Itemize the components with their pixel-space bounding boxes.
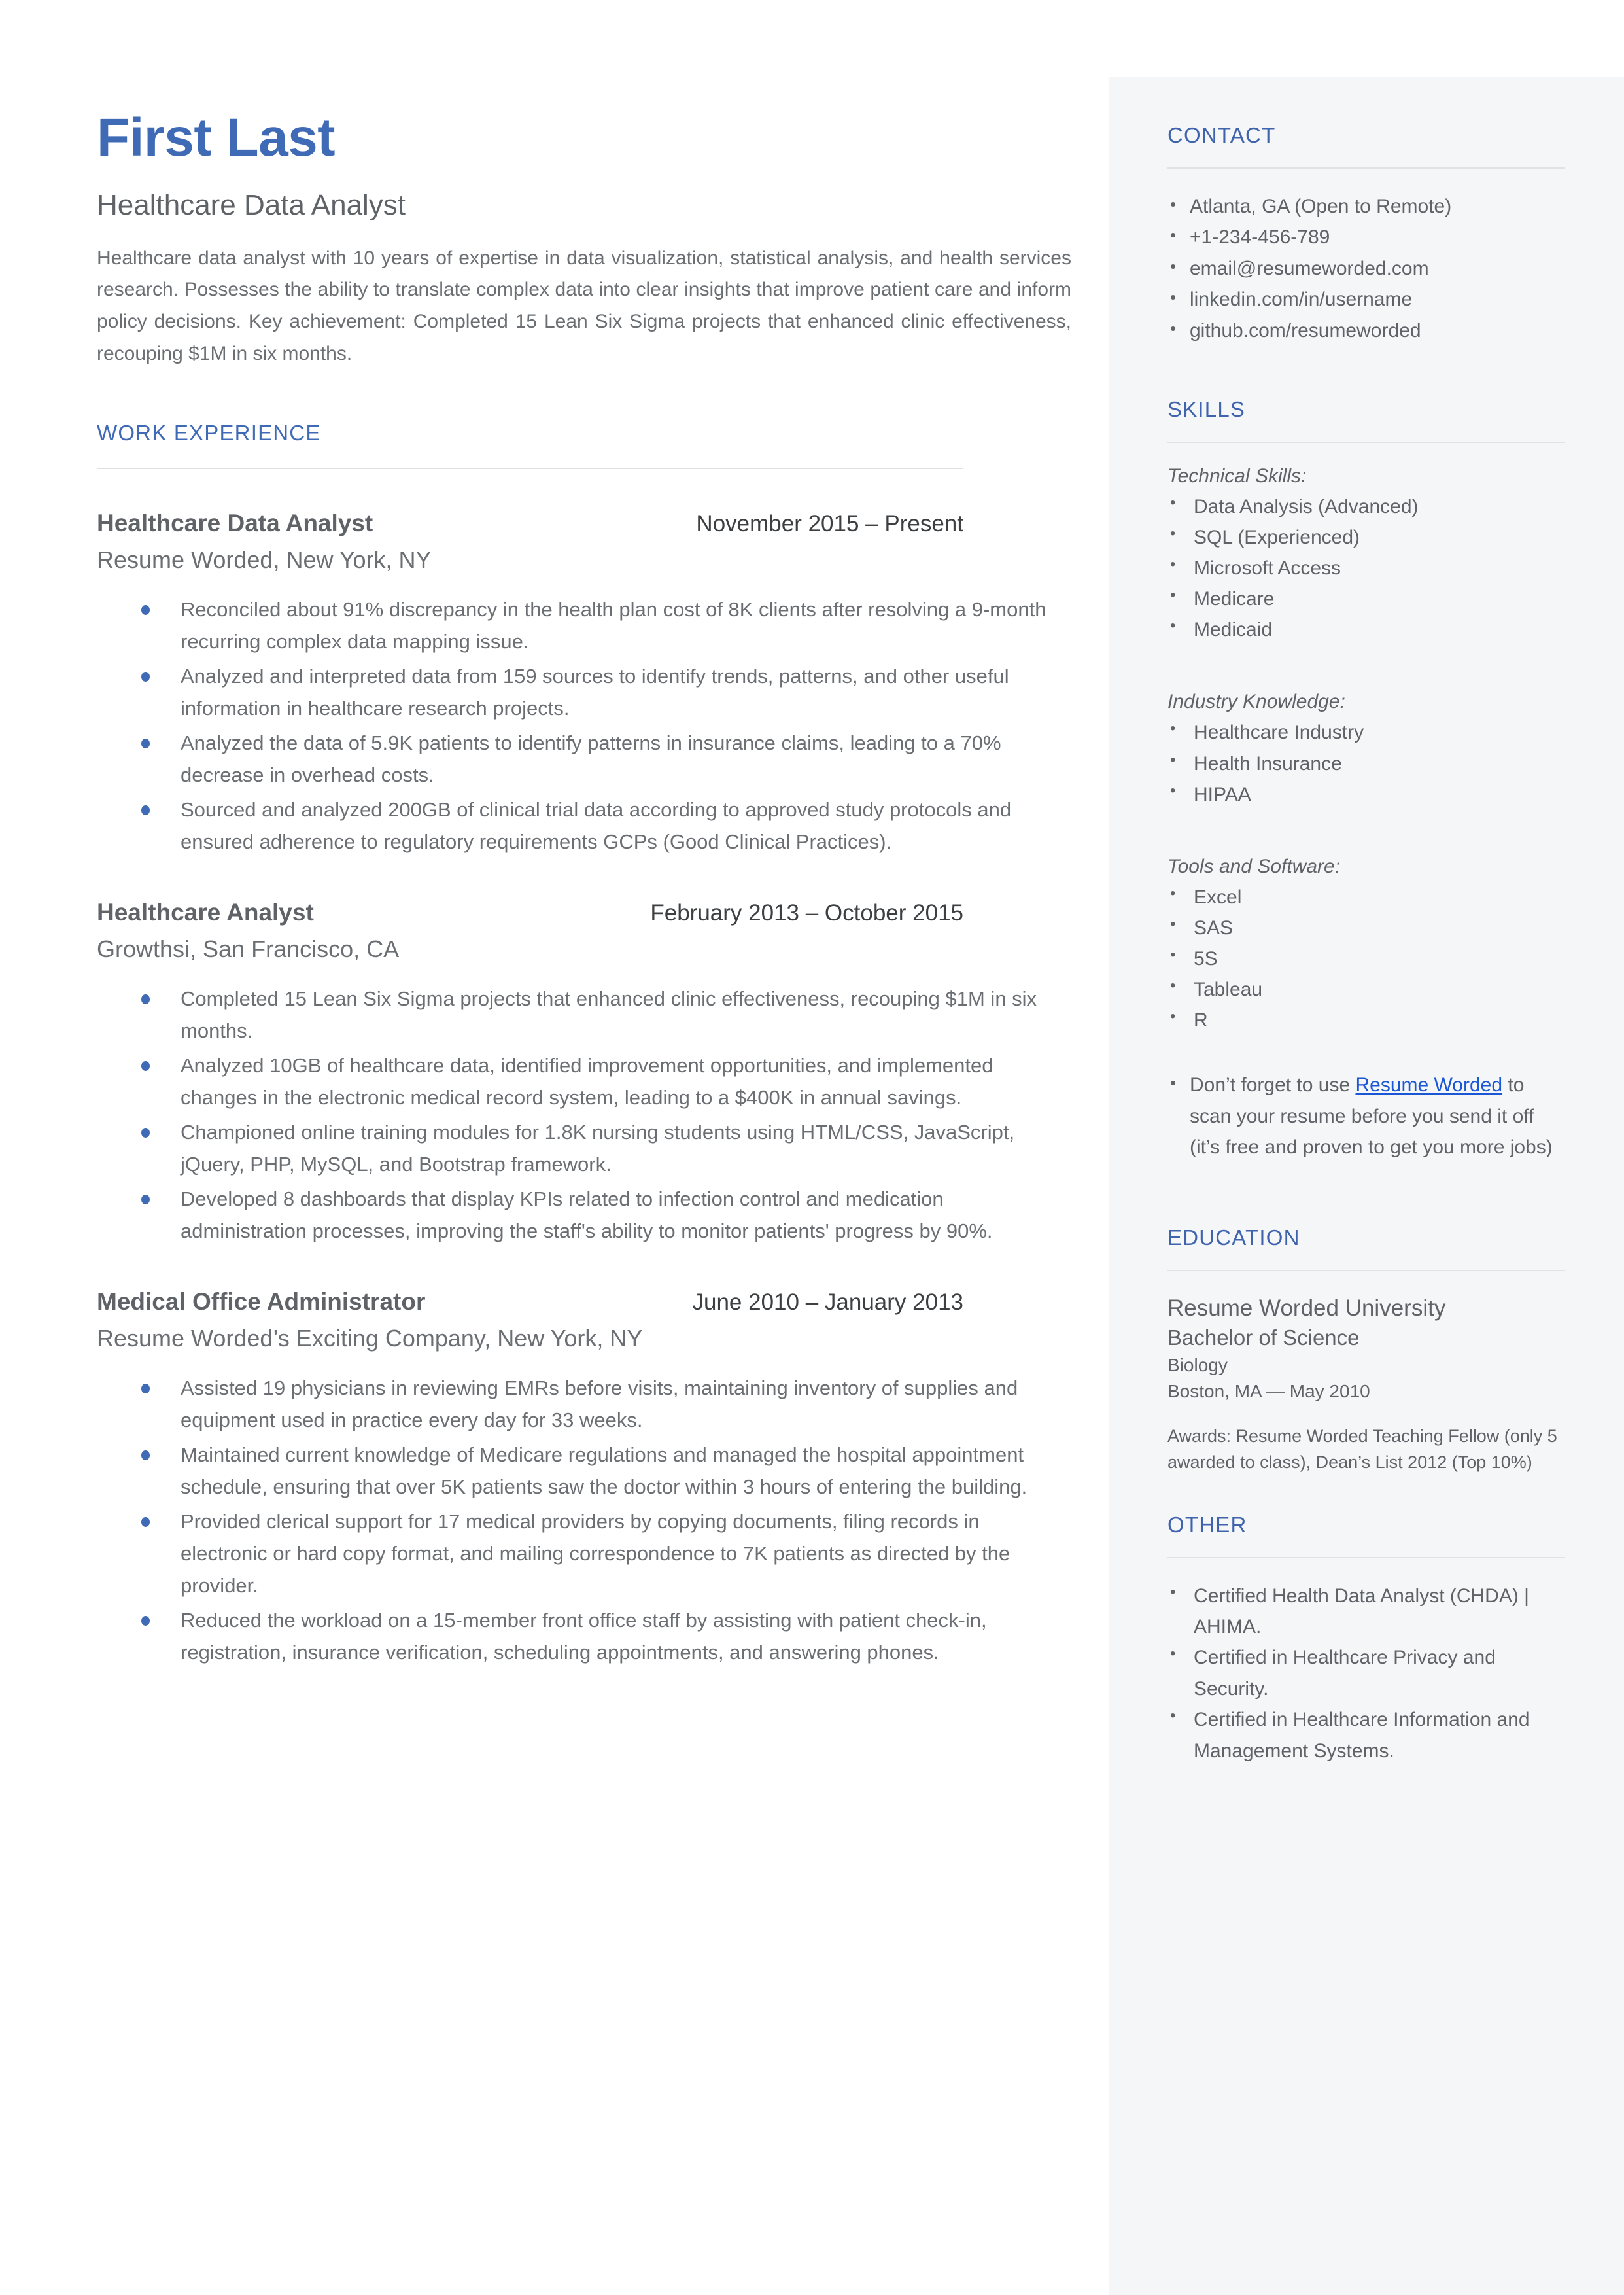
job-title: Medical Office Administrator <box>97 1288 426 1315</box>
job-entry: Healthcare Data Analyst November 2015 – … <box>97 510 1071 858</box>
skill-item: Data Analysis (Advanced) <box>1167 491 1565 522</box>
job-company: Resume Worded’s Exciting Company, New Yo… <box>97 1324 643 1352</box>
other-section-title: OTHER <box>1167 1512 1247 1537</box>
contact-list: Atlanta, GA (Open to Remote) +1-234-456-… <box>1167 191 1565 346</box>
job-bullet: Maintained current knowledge of Medicare… <box>136 1439 1071 1503</box>
education-divider <box>1167 1270 1565 1272</box>
other-item: Certified Health Data Analyst (CHDA) | A… <box>1167 1580 1565 1643</box>
resume-worded-link[interactable]: Resume Worded <box>1355 1074 1502 1096</box>
education-major: Biology <box>1167 1355 1228 1376</box>
job-entry: Medical Office Administrator June 2010 –… <box>97 1288 1071 1669</box>
contact-item-location: Atlanta, GA (Open to Remote) <box>1167 191 1565 222</box>
job-bullet: Analyzed and interpreted data from 159 s… <box>136 661 1071 725</box>
education-section: EDUCATION Resume Worded University Bache… <box>1167 1225 1565 1475</box>
skill-list-technical: Data Analysis (Advanced) SQL (Experience… <box>1167 491 1565 645</box>
other-list: Certified Health Data Analyst (CHDA) | A… <box>1167 1580 1565 1766</box>
skill-item: Tableau <box>1167 973 1565 1005</box>
other-divider <box>1167 1556 1565 1558</box>
skill-list-industry: Healthcare Industry Health Insurance HIP… <box>1167 716 1565 810</box>
education-awards: Awards: Resume Worded Teaching Fellow (o… <box>1167 1426 1557 1473</box>
sidebar: CONTACT Atlanta, GA (Open to Remote) +1-… <box>1109 77 1624 2295</box>
job-title: Healthcare Analyst <box>97 899 314 926</box>
contact-divider <box>1167 167 1565 169</box>
education-location-date: Boston, MA — May 2010 <box>1167 1380 1370 1401</box>
job-bullet: Analyzed the data of 5.9K patients to id… <box>136 727 1071 792</box>
education-section-title: EDUCATION <box>1167 1225 1300 1250</box>
work-experience-divider <box>97 468 963 470</box>
job-company: Resume Worded, New York, NY <box>97 546 432 574</box>
work-experience-section-title: WORK EXPERIENCE <box>97 421 321 446</box>
skill-item: Healthcare Industry <box>1167 716 1565 748</box>
page-title: First Last <box>97 108 336 167</box>
summary-paragraph: Healthcare data analyst with 10 years of… <box>97 247 1071 364</box>
job-bullet: Developed 8 dashboards that display KPIs… <box>136 1183 1071 1248</box>
other-section: OTHER Certified Health Data Analyst (CHD… <box>1167 1513 1565 1766</box>
job-bullet-list: Reconciled about 91% discrepancy in the … <box>97 594 1071 858</box>
skill-group-title: Tools and Software: <box>1167 855 1341 877</box>
job-header-row: Medical Office Administrator June 2010 –… <box>97 1288 963 1316</box>
skill-item: Microsoft Access <box>1167 552 1565 584</box>
job-dates: February 2013 – October 2015 <box>650 900 963 926</box>
skill-group-industry: Industry Knowledge: Healthcare Industry … <box>1167 691 1565 809</box>
contact-section-title: CONTACT <box>1167 123 1276 147</box>
job-bullet-list: Assisted 19 physicians in reviewing EMRs… <box>97 1373 1071 1669</box>
skill-item: SAS <box>1167 912 1565 943</box>
other-item: Certified in Healthcare Privacy and Secu… <box>1167 1641 1565 1704</box>
skill-group-technical: Technical Skills: Data Analysis (Advance… <box>1167 465 1565 645</box>
job-header-row: Healthcare Data Analyst November 2015 – … <box>97 510 963 537</box>
job-title: Healthcare Data Analyst <box>97 510 373 537</box>
headline: Healthcare Data Analyst <box>97 189 406 222</box>
education-school: Resume Worded University <box>1167 1295 1446 1322</box>
job-bullet: Provided clerical support for 17 medical… <box>136 1506 1071 1602</box>
skills-divider <box>1167 441 1565 443</box>
contact-item-github[interactable]: github.com/resumeworded <box>1167 315 1565 346</box>
job-dates: June 2010 – January 2013 <box>692 1289 964 1315</box>
job-header-row: Healthcare Analyst February 2013 – Octob… <box>97 899 963 926</box>
job-bullet: Reconciled about 91% discrepancy in the … <box>136 594 1071 658</box>
skill-item: Excel <box>1167 881 1565 913</box>
skill-item: Medicaid <box>1167 614 1565 645</box>
job-dates: November 2015 – Present <box>696 511 963 537</box>
skill-group-title: Industry Knowledge: <box>1167 691 1345 713</box>
main-column: First Last Healthcare Data Analyst Healt… <box>97 108 1071 1671</box>
resume-page: CONTACT Atlanta, GA (Open to Remote) +1-… <box>0 0 1624 2295</box>
job-entry: Healthcare Analyst February 2013 – Octob… <box>97 899 1071 1248</box>
skill-item: Medicare <box>1167 583 1565 614</box>
job-bullet: Completed 15 Lean Six Sigma projects tha… <box>136 983 1071 1047</box>
skill-item: Health Insurance <box>1167 748 1565 779</box>
contact-item-email[interactable]: email@resumeworded.com <box>1167 253 1565 284</box>
promo-prefix: Don’t forget to use <box>1190 1074 1356 1096</box>
job-bullet: Analyzed 10GB of healthcare data, identi… <box>136 1050 1071 1114</box>
contact-item-linkedin[interactable]: linkedin.com/in/username <box>1167 284 1565 315</box>
skill-group-tools: Tools and Software: Excel SAS 5S Tableau… <box>1167 856 1565 1036</box>
skills-section: SKILLS Technical Skills: Data Analysis (… <box>1167 397 1565 1163</box>
job-bullet-list: Completed 15 Lean Six Sigma projects tha… <box>97 983 1071 1248</box>
skill-list-tools: Excel SAS 5S Tableau R <box>1167 881 1565 1036</box>
job-bullet: Sourced and analyzed 200GB of clinical t… <box>136 794 1071 858</box>
job-bullet: Reduced the workload on a 15-member fron… <box>136 1605 1071 1669</box>
skill-item: 5S <box>1167 943 1565 974</box>
job-bullet: Assisted 19 physicians in reviewing EMRs… <box>136 1373 1071 1437</box>
education-degree: Bachelor of Science <box>1167 1325 1360 1350</box>
skill-item: SQL (Experienced) <box>1167 521 1565 553</box>
skill-item: R <box>1167 1004 1565 1036</box>
contact-item-phone: +1-234-456-789 <box>1167 222 1565 253</box>
job-company: Growthsi, San Francisco, CA <box>97 936 400 963</box>
skill-item: HIPAA <box>1167 779 1565 810</box>
other-item: Certified in Healthcare Information and … <box>1167 1704 1565 1766</box>
contact-section: CONTACT Atlanta, GA (Open to Remote) +1-… <box>1167 123 1565 346</box>
skill-group-title: Technical Skills: <box>1167 464 1307 487</box>
resume-worded-promo: Don’t forget to use Resume Worded to sca… <box>1167 1070 1565 1163</box>
education-entry: Resume Worded University Bachelor of Sci… <box>1167 1293 1565 1475</box>
skills-section-title: SKILLS <box>1167 396 1246 421</box>
job-bullet: Championed online training modules for 1… <box>136 1117 1071 1181</box>
